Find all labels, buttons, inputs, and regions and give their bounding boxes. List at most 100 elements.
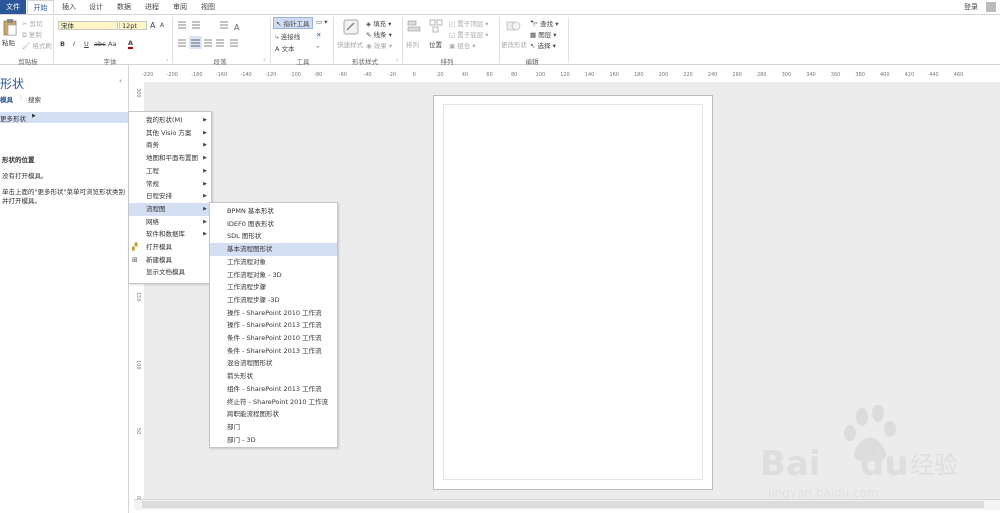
underline-button[interactable]: U xyxy=(84,40,89,48)
layers-button[interactable]: ▦ 图层 ▾ xyxy=(530,29,557,39)
menu-item[interactable]: 我的形状(M) ▶ xyxy=(129,114,211,127)
paragraph-tools-icon[interactable]: A xyxy=(176,19,256,53)
menu-item[interactable]: 跨职能流程图形状 xyxy=(210,408,337,421)
crop-icon[interactable]: ⌖ xyxy=(316,43,320,52)
menu-item[interactable]: 箭头形状 xyxy=(210,370,337,383)
menu-item[interactable]: 流程图 ▶ xyxy=(129,202,211,216)
menu-item[interactable]: 工作流程对象 xyxy=(210,256,337,269)
paste-icon[interactable] xyxy=(2,18,18,36)
shrink-font-button[interactable]: A xyxy=(160,22,164,29)
grow-font-button[interactable]: A xyxy=(150,21,155,30)
connection-point-icon[interactable]: ✕ xyxy=(316,31,321,39)
separator xyxy=(568,17,569,63)
tab-stencils[interactable]: 模具 xyxy=(0,94,13,104)
align-icon[interactable] xyxy=(406,18,422,34)
tab-view[interactable]: 视图 xyxy=(196,0,220,14)
menu-item[interactable]: 操作 - SharePoint 2013 工作流 xyxy=(210,319,337,332)
menu-item[interactable]: 其他 Visio 方案 ▶ xyxy=(129,127,211,140)
font-color-button[interactable]: A xyxy=(128,39,134,49)
menu-item[interactable]: 地图和平面布置图 ▶ xyxy=(129,152,211,165)
change-case-button[interactable]: Aa xyxy=(108,40,116,48)
paste-label[interactable]: 粘贴 xyxy=(2,37,15,47)
menu-item[interactable]: 工作流程步骤 xyxy=(210,281,337,294)
menu-item[interactable]: 基本流程图形状 xyxy=(210,243,337,256)
menu-item[interactable]: 终止符 - SharePoint 2010 工作流 xyxy=(210,396,337,409)
tab-review[interactable]: 审阅 xyxy=(168,0,192,14)
align-label[interactable]: 排列 xyxy=(406,39,419,49)
menu-item[interactable]: 操作 - SharePoint 2010 工作流 xyxy=(210,307,337,320)
select-button[interactable]: ↖ 选择 ▾ xyxy=(530,40,556,50)
line-button[interactable]: ✎ 线条 ▾ xyxy=(366,29,392,39)
tab-file[interactable]: 文件 xyxy=(0,0,26,14)
cut-button[interactable]: ✂ 剪切 xyxy=(22,18,43,28)
menu-item[interactable]: 工作流程对象 - 3D xyxy=(210,269,337,282)
font-size-select[interactable]: 12pt xyxy=(119,21,147,30)
quick-styles-label[interactable]: 快速样式 xyxy=(337,39,363,49)
connector-button[interactable]: ⤷ 连接线 xyxy=(275,31,300,42)
italic-button[interactable]: I xyxy=(73,40,75,48)
ruler-tick-label: 150 xyxy=(135,292,141,302)
svg-text:Bai: Bai xyxy=(760,444,821,484)
bring-to-front-button[interactable]: ◰ 置于顶层 ▾ xyxy=(449,18,489,28)
tab-data[interactable]: 数据 xyxy=(112,0,136,14)
find-label: 查找 xyxy=(540,20,554,28)
tab-search[interactable]: 搜索 xyxy=(28,94,41,104)
change-shape-icon[interactable] xyxy=(505,18,521,34)
menu-item[interactable]: ▞ 打开模具 xyxy=(129,241,211,254)
copy-button[interactable]: ⧉ 复制 xyxy=(22,29,42,40)
paragraph-dialog-launcher-icon[interactable]: ⌟ xyxy=(263,56,265,62)
menu-item[interactable]: 常规 ▶ xyxy=(129,178,211,191)
menu-item[interactable]: 日程安排 ▶ xyxy=(129,190,211,203)
effects-button[interactable]: ◉ 效果 ▾ xyxy=(366,40,392,50)
menu-item-label: 组件 - SharePoint 2013 工作流 xyxy=(227,384,322,393)
menu-item[interactable]: 软件和数据库 ▶ xyxy=(129,228,211,241)
menu-item[interactable]: 显示文档模具 xyxy=(129,266,211,279)
text-tool-button[interactable]: A 文本 xyxy=(275,43,295,53)
menu-item[interactable]: 组件 - SharePoint 2013 工作流 xyxy=(210,383,337,396)
separator xyxy=(333,17,334,63)
collapse-pane-icon[interactable]: ‹ xyxy=(119,77,122,85)
font-family-select[interactable]: 宋体 xyxy=(58,21,118,30)
menu-item[interactable]: 条件 - SharePoint 2010 工作流 xyxy=(210,332,337,345)
fill-button[interactable]: ◈ 填充 ▾ xyxy=(366,18,391,28)
menu-item[interactable]: SDL 图形状 xyxy=(210,230,337,243)
ruler-tick-label: 440 xyxy=(929,72,939,78)
tab-home[interactable]: 开始 xyxy=(27,0,54,14)
menu-item-label: 工作流程对象 - 3D xyxy=(227,270,282,279)
menu-item[interactable]: 工程 ▶ xyxy=(129,165,211,178)
menu-item-label: SDL 图形状 xyxy=(227,232,262,241)
menu-item[interactable]: 部门 xyxy=(210,421,337,434)
tab-insert[interactable]: 插入 xyxy=(57,0,81,14)
font-dialog-launcher-icon[interactable]: ⌟ xyxy=(166,56,168,62)
menu-item[interactable]: ⊞ 新建模具 xyxy=(129,254,211,267)
change-shape-label[interactable]: 更改形状 xyxy=(501,39,527,49)
strikethrough-button[interactable]: abc xyxy=(94,40,106,48)
login-link[interactable]: 登录 xyxy=(964,0,978,14)
group-label: 组合 xyxy=(457,42,471,50)
menu-item[interactable]: BPMN 基本形状 xyxy=(210,205,337,218)
submenu-arrow-icon: ▶ xyxy=(203,180,207,187)
send-to-back-button[interactable]: ◱ 置于底层 ▾ xyxy=(449,29,489,39)
menu-item[interactable]: IDEF0 图表形状 xyxy=(210,218,337,231)
position-icon[interactable] xyxy=(428,18,444,34)
ruler-tick-label: 420 xyxy=(904,72,915,78)
menu-item[interactable]: 商务 ▶ xyxy=(129,139,211,152)
menu-item[interactable]: 混合流程图形状 xyxy=(210,357,337,370)
menu-item[interactable]: 网络 ▶ xyxy=(129,216,211,229)
menu-item[interactable]: 条件 - SharePoint 2013 工作流 xyxy=(210,345,337,358)
position-label[interactable]: 位置 xyxy=(429,39,442,49)
pointer-tool-button[interactable]: ↖ 指针工具 xyxy=(273,17,313,29)
format-painter-button[interactable]: 🖌 格式刷 xyxy=(22,40,52,50)
tab-process[interactable]: 进程 xyxy=(140,0,164,14)
shape-styles-dialog-launcher-icon[interactable]: ⌟ xyxy=(396,56,398,62)
rectangle-shape-icon[interactable]: ▭ ▾ xyxy=(316,18,327,26)
bold-button[interactable]: B xyxy=(60,40,65,48)
quick-styles-icon[interactable] xyxy=(342,18,360,36)
more-shapes-button[interactable]: 更多形状 ▶ xyxy=(0,112,128,123)
avatar-icon[interactable] xyxy=(986,2,996,12)
group-button[interactable]: ▣ 组合 ▾ xyxy=(449,40,476,50)
menu-item[interactable]: 工作流程步骤 -3D xyxy=(210,294,337,307)
tab-design[interactable]: 设计 xyxy=(84,0,108,14)
find-button[interactable]: 🔭 查找 ▾ xyxy=(530,18,559,28)
menu-item[interactable]: 部门 - 3D xyxy=(210,434,337,447)
